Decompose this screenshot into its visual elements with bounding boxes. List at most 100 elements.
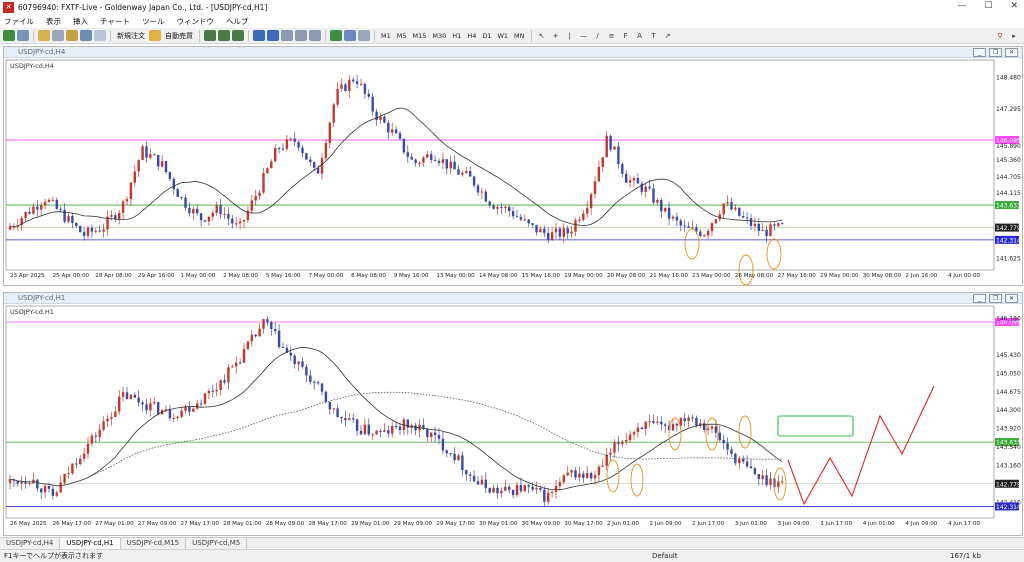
candle-body — [235, 362, 238, 367]
h1-chart[interactable]: USDJPY-cd,H1146.095146.180145.430145.050… — [4, 304, 1022, 535]
tab-usdjpy-m5[interactable]: USDJPY-cd,M5 — [186, 538, 248, 549]
channel-icon[interactable]: ≡ — [606, 30, 618, 42]
tab-usdjpy-h1[interactable]: USDJPY-cd,H1 — [60, 538, 121, 549]
candle-body — [94, 435, 97, 437]
candle-body — [480, 479, 484, 485]
candlestick-icon[interactable] — [218, 30, 230, 41]
candle-body — [24, 211, 27, 219]
candle-body — [589, 473, 593, 479]
candle-body — [219, 205, 222, 215]
menu-window[interactable]: ウィンドウ — [176, 16, 214, 27]
profiles-icon[interactable] — [17, 30, 29, 41]
menu-file[interactable]: ファイル — [4, 16, 34, 27]
tf-m5[interactable]: M5 — [395, 32, 409, 40]
candle-body — [141, 146, 144, 161]
indicators-icon[interactable] — [330, 30, 342, 41]
candle-body — [683, 225, 686, 227]
menu-help[interactable]: ヘルプ — [226, 16, 249, 27]
tf-d1[interactable]: D1 — [480, 32, 493, 40]
restore-icon[interactable]: ❐ — [989, 294, 1002, 303]
auto-trading-button[interactable]: 自動売買 — [163, 31, 195, 41]
candle-body — [277, 147, 281, 149]
terminal-icon[interactable] — [80, 30, 92, 41]
candle-body — [340, 84, 343, 89]
close-icon[interactable]: ✕ — [1005, 294, 1018, 303]
text-icon[interactable]: A — [634, 30, 646, 42]
autoscroll-icon[interactable] — [295, 30, 307, 41]
tf-w1[interactable]: W1 — [495, 32, 510, 40]
navigator-icon[interactable] — [66, 30, 78, 41]
candle-body — [344, 84, 347, 91]
candle-body — [375, 430, 378, 435]
tf-m1[interactable]: M1 — [379, 32, 393, 40]
fibonacci-icon[interactable]: F — [620, 30, 632, 42]
candle-body — [632, 178, 636, 181]
time-label: 26 May 17:00 — [53, 521, 92, 527]
time-label: 2 May 08:00 — [223, 273, 258, 279]
candle-body — [769, 224, 772, 237]
periods-icon[interactable] — [344, 30, 356, 41]
candle-body — [718, 432, 721, 441]
zoom-out-icon[interactable] — [267, 30, 279, 41]
horizontal-line-icon[interactable]: — — [578, 30, 590, 42]
candle-body — [309, 159, 312, 163]
candle-body — [742, 458, 745, 462]
candle-body — [531, 223, 534, 226]
chart-window-h1[interactable]: USDJPY-cd,H1 _ ❐ ✕ USDJPY-cd,H1 146.095 14… — [3, 292, 1023, 536]
candle-body — [745, 461, 749, 467]
candle-body — [691, 227, 694, 229]
expand-icon[interactable]: ▸ — [1008, 30, 1020, 42]
close-icon[interactable]: ✕ — [1010, 1, 1018, 11]
tile-windows-icon[interactable] — [281, 30, 293, 41]
menu-view[interactable]: 表示 — [46, 16, 61, 27]
bar-chart-icon[interactable] — [204, 30, 216, 41]
new-order-button[interactable]: 新規注文 — [115, 31, 147, 41]
tf-m15[interactable]: M15 — [411, 32, 429, 40]
arrows-icon[interactable]: ↗ — [662, 30, 674, 42]
price-label: 143.160 — [996, 463, 1021, 470]
tf-m30[interactable]: M30 — [430, 32, 448, 40]
chart-window-h4[interactable]: USDJPY-cd,H4 _ ❐ ✕ USDJPY-cd,H4 148.480 14… — [3, 46, 1023, 286]
data-window-icon[interactable] — [52, 30, 64, 41]
candle-body — [114, 411, 117, 418]
time-label: 29 May 09:00 — [394, 521, 433, 527]
metaeditor-icon[interactable] — [149, 30, 161, 41]
minimize-icon[interactable]: — — [957, 1, 966, 11]
tab-usdjpy-m15[interactable]: USDJPY-cd,M15 — [121, 538, 187, 549]
candle-body — [465, 171, 468, 173]
candle-body — [51, 199, 55, 201]
tf-h4[interactable]: H4 — [465, 32, 478, 40]
templates-icon[interactable] — [358, 30, 370, 41]
menu-charts[interactable]: チャート — [100, 16, 130, 27]
menu-tools[interactable]: ツール — [142, 16, 165, 27]
tf-h1[interactable]: H1 — [450, 32, 463, 40]
tester-icon[interactable] — [94, 30, 106, 41]
candle-body — [359, 430, 363, 435]
crosshair-icon[interactable]: + — [550, 30, 562, 42]
h4-chart[interactable]: USDJPY-cd,H4148.480147.295146.095145.890… — [4, 58, 1022, 286]
tf-mn[interactable]: MN — [512, 32, 526, 40]
time-label: 3 Jun 17:00 — [820, 521, 852, 527]
candle-body — [437, 435, 441, 439]
label-icon[interactable]: T — [648, 30, 660, 42]
candle-body — [761, 229, 764, 231]
zoom-in-icon[interactable] — [253, 30, 265, 41]
market-watch-icon[interactable] — [38, 30, 50, 41]
candle-body — [504, 486, 507, 491]
vertical-line-icon[interactable]: | — [564, 30, 576, 42]
tab-usdjpy-h4[interactable]: USDJPY-cd,H4 — [0, 538, 61, 549]
candle-body — [153, 402, 156, 404]
search-icon[interactable]: ⚲ — [994, 30, 1006, 42]
line-chart-icon[interactable] — [232, 30, 244, 41]
minimize-icon[interactable]: _ — [973, 294, 986, 303]
close-icon[interactable]: ✕ — [1005, 48, 1018, 57]
cursor-icon[interactable]: ↖ — [536, 30, 548, 42]
candle-body — [145, 146, 148, 158]
trendline-icon[interactable]: / — [592, 30, 604, 42]
minimize-icon[interactable]: _ — [973, 48, 986, 57]
new-chart-icon[interactable] — [3, 30, 15, 41]
menu-insert[interactable]: 挿入 — [73, 16, 88, 27]
restore-icon[interactable]: ❐ — [989, 48, 1002, 57]
maximize-icon[interactable]: ☐ — [984, 1, 992, 11]
chart-shift-icon[interactable] — [309, 30, 321, 41]
